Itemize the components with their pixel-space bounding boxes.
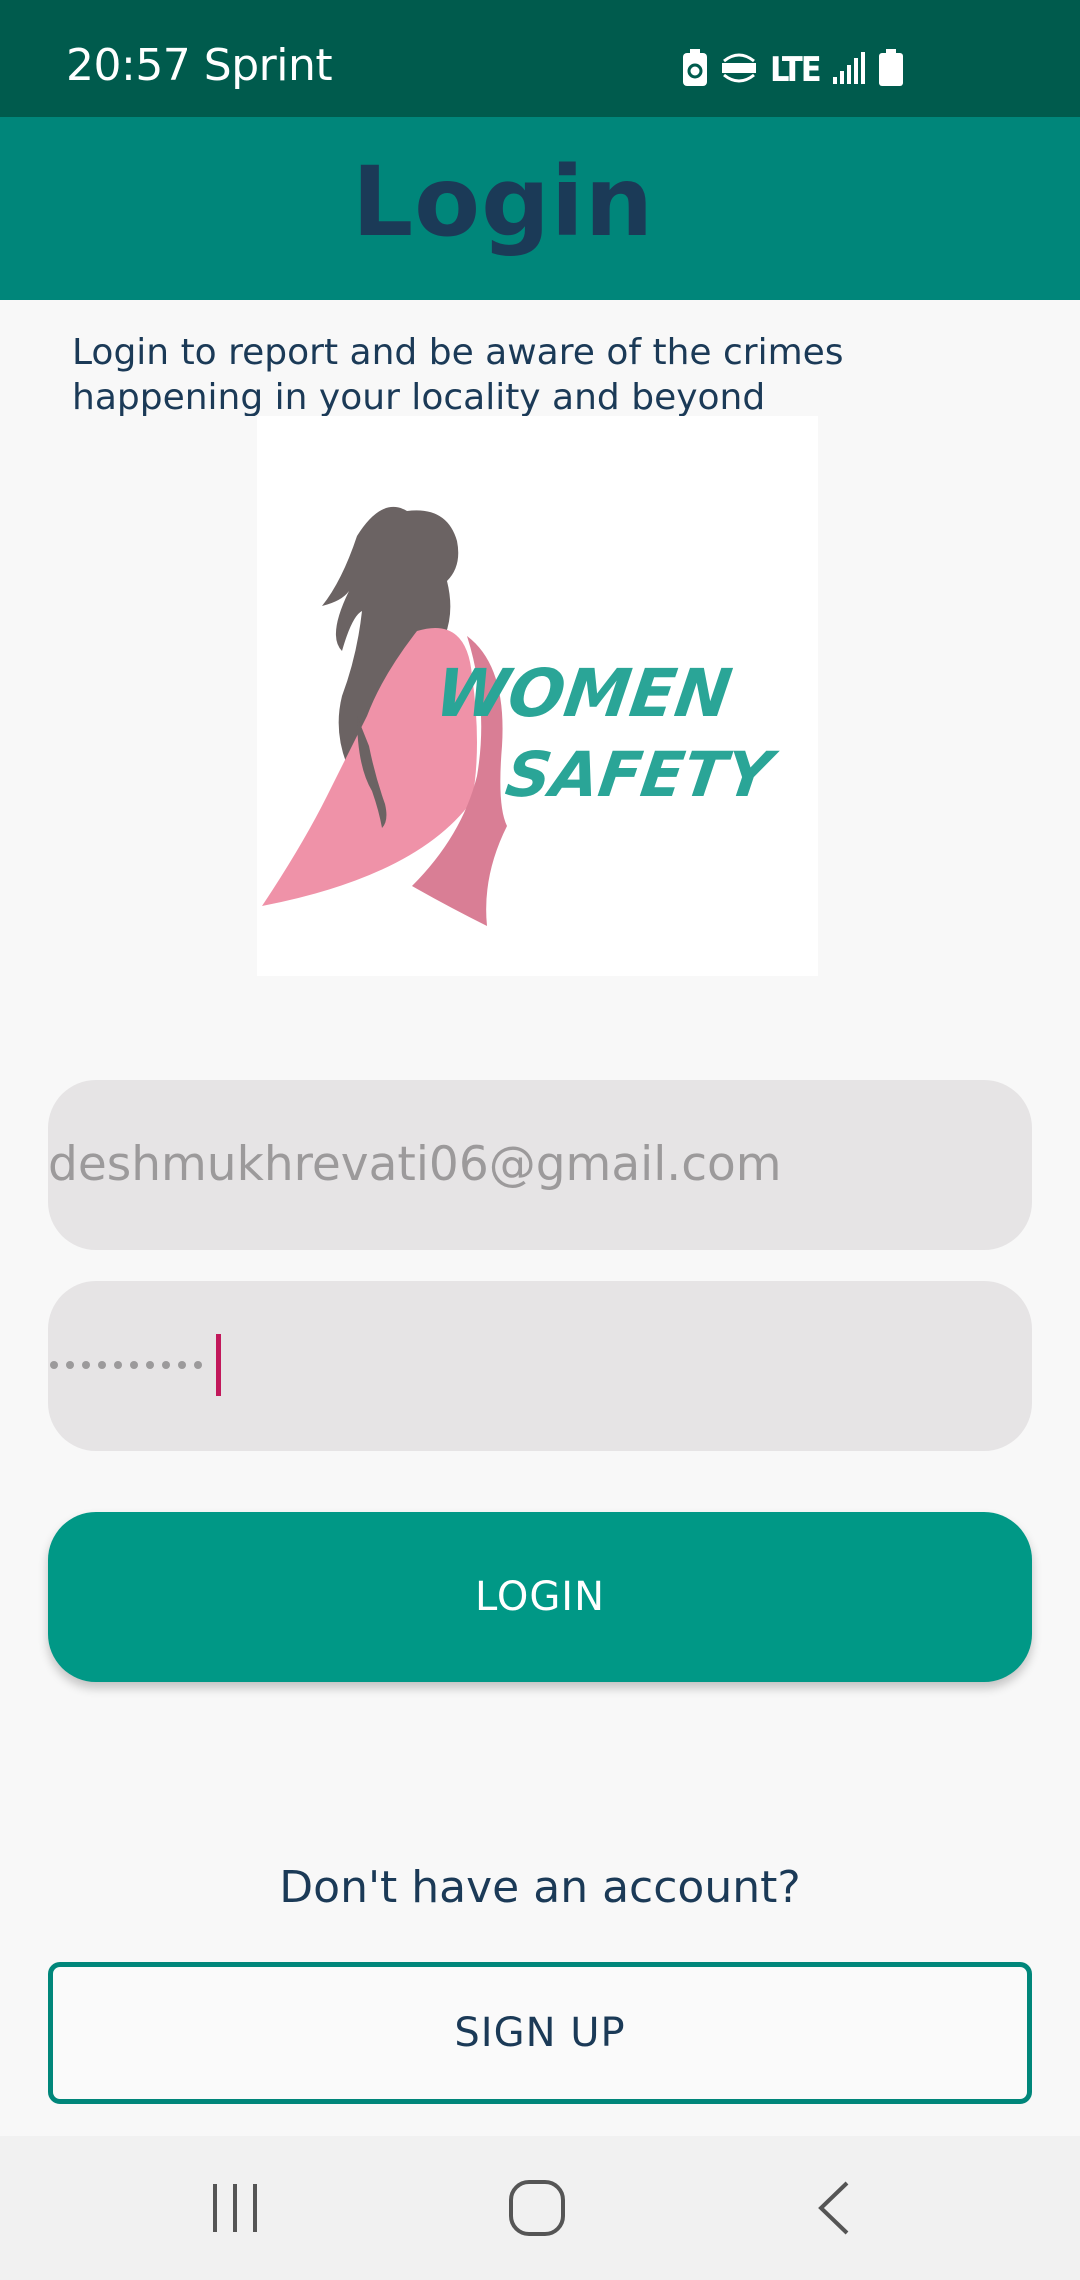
login-button[interactable]: LOGIN <box>48 1512 1032 1682</box>
login-screen: 20:57 Sprint LTE Login Login to report a… <box>0 0 1080 2280</box>
logo-word-women: WOMEN <box>431 654 737 732</box>
status-time-carrier: 20:57 Sprint <box>66 40 333 91</box>
battery-icon <box>878 48 904 92</box>
status-icons: LTE <box>682 48 916 92</box>
page-title: Login <box>352 146 655 258</box>
back-icon <box>818 2181 849 2235</box>
email-value: deshmukhrevati06@gmail.com <box>48 1137 782 1192</box>
home-icon <box>509 2180 565 2236</box>
signal-icon <box>832 51 866 90</box>
app-bar: Login <box>0 117 1080 300</box>
signup-button[interactable]: SIGN UP <box>48 1962 1032 2104</box>
password-field[interactable] <box>48 1281 1032 1451</box>
status-bar: 20:57 Sprint LTE <box>0 0 1080 117</box>
recent-apps-button[interactable] <box>155 2136 315 2280</box>
recent-apps-icon <box>213 2184 257 2232</box>
logo-word-safety: SAFETY <box>501 738 782 811</box>
volte-icon <box>720 49 758 92</box>
email-field[interactable]: deshmukhrevati06@gmail.com <box>48 1080 1032 1250</box>
text-cursor <box>216 1334 221 1396</box>
women-safety-logo: WOMEN SAFETY <box>257 416 818 976</box>
login-description: Login to report and be aware of the crim… <box>72 332 844 416</box>
lte-label: LTE <box>770 50 822 90</box>
signup-prompt: Don't have an account? <box>279 1862 801 1913</box>
battery-saver-icon <box>682 48 708 92</box>
navigation-bar <box>0 2136 1080 2280</box>
home-button[interactable] <box>457 2136 617 2280</box>
back-button[interactable] <box>755 2136 915 2280</box>
password-mask <box>50 1353 210 1377</box>
